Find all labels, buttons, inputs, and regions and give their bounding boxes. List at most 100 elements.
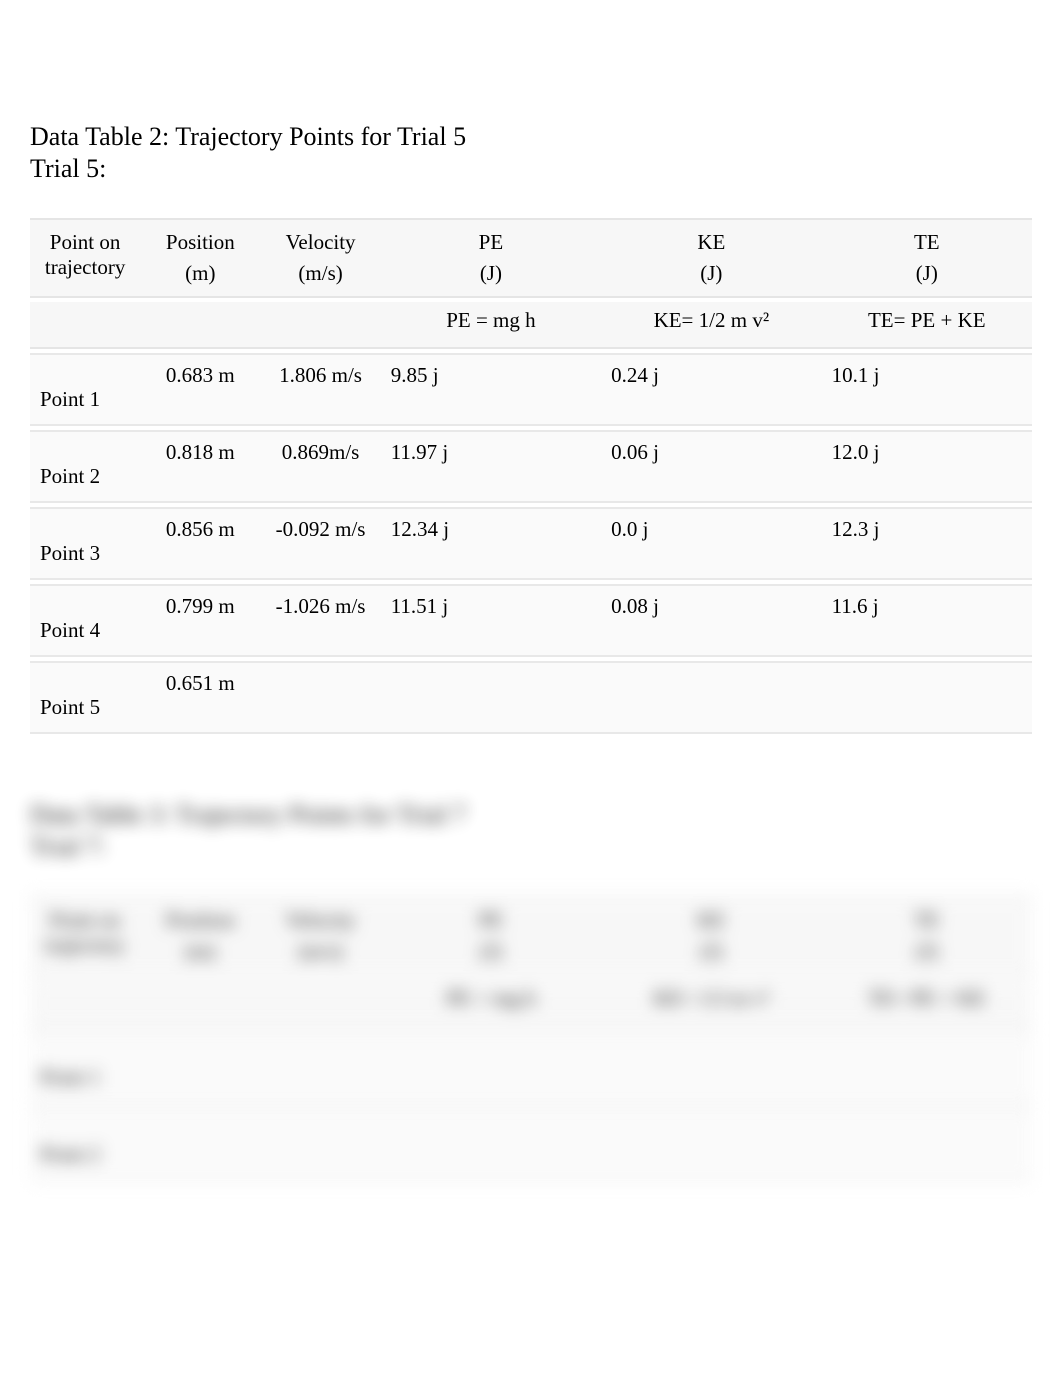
table-row: Point 2 (30, 1108, 1032, 1181)
table-row: Point 1 (30, 1031, 1032, 1104)
cell-pe (381, 1031, 601, 1104)
cell-position: 0.651 m (140, 661, 260, 734)
col-header-position-label: Position (166, 908, 235, 932)
cell-velocity (260, 1108, 380, 1181)
table2-header-row: Point on trajectory Position (m) Velocit… (30, 218, 1032, 298)
table2-formula-row: PE = mg h KE= 1/2 m v² TE= PE + KE (30, 302, 1032, 349)
col-header-ke-unit: (J) (611, 261, 811, 286)
cell-point: Point 1 (30, 353, 140, 426)
cell-pe: 9.85 j (381, 353, 601, 426)
cell-pe: 12.34 j (381, 507, 601, 580)
cell-te: 11.6 j (822, 584, 1032, 657)
table2-title: Data Table 2: Trajectory Points for Tria… (30, 120, 1032, 154)
cell-position: 0.799 m (140, 584, 260, 657)
table3-formula-row: PE = mg h KE= 1/2 m v² TE= PE + KE (30, 980, 1032, 1027)
formula-ke: KE= 1/2 m v² (601, 980, 821, 1027)
col-header-te-label: TE (914, 908, 940, 932)
cell-position: 0.856 m (140, 507, 260, 580)
col-header-velocity: Velocity (m/s) (260, 218, 380, 298)
col-header-pe-label: PE (479, 230, 504, 254)
formula-empty-3 (260, 980, 380, 1027)
cell-velocity: -1.026 m/s (260, 584, 380, 657)
cell-ke (601, 661, 821, 734)
cell-ke (601, 1031, 821, 1104)
col-header-position: Position (m) (140, 218, 260, 298)
col-header-velocity-unit: (m/s) (270, 939, 370, 964)
col-header-pe-unit: (J) (391, 939, 591, 964)
cell-te: 10.1 j (822, 353, 1032, 426)
col-header-position-unit: (m) (150, 939, 250, 964)
col-header-pe-unit: (J) (391, 261, 591, 286)
table-row: Point 4 0.799 m -1.026 m/s 11.51 j 0.08 … (30, 584, 1032, 657)
formula-pe: PE = mg h (381, 302, 601, 349)
table3-title-block: Data Table 3: Trajectory Points for Tria… (30, 798, 1032, 862)
table3-title: Data Table 3: Trajectory Points for Tria… (30, 798, 1032, 832)
data-table-2: Point on trajectory Position (m) Velocit… (30, 214, 1032, 738)
col-header-position: Position (m) (140, 896, 260, 976)
col-header-velocity-label: Velocity (286, 230, 356, 254)
col-header-pe-label: PE (479, 908, 504, 932)
cell-pe (381, 1108, 601, 1181)
cell-ke (601, 1108, 821, 1181)
cell-te: 12.3 j (822, 507, 1032, 580)
cell-point: Point 2 (30, 1108, 140, 1181)
formula-empty-2 (140, 302, 260, 349)
table3-header-row: Point on trajectory Position (m) Velocit… (30, 896, 1032, 976)
cell-te (822, 661, 1032, 734)
col-header-point-label: Point on trajectory (45, 230, 125, 279)
cell-velocity: 0.869m/s (260, 430, 380, 503)
cell-pe (381, 661, 601, 734)
cell-ke: 0.08 j (601, 584, 821, 657)
cell-ke: 0.0 j (601, 507, 821, 580)
col-header-ke: KE (J) (601, 896, 821, 976)
col-header-velocity: Velocity (m/s) (260, 896, 380, 976)
col-header-te: TE (J) (822, 896, 1032, 976)
table-row: Point 5 0.651 m (30, 661, 1032, 734)
table2-subtitle: Trial 5: (30, 154, 1032, 184)
cell-velocity: 1.806 m/s (260, 353, 380, 426)
cell-te (822, 1108, 1032, 1181)
table-row: Point 2 0.818 m 0.869m/s 11.97 j 0.06 j … (30, 430, 1032, 503)
table3-subtitle: Trial 7: (30, 832, 1032, 862)
col-header-ke-label: KE (697, 230, 725, 254)
table-row: Point 3 0.856 m -0.092 m/s 12.34 j 0.0 j… (30, 507, 1032, 580)
cell-position: 0.818 m (140, 430, 260, 503)
col-header-velocity-unit: (m/s) (270, 261, 370, 286)
cell-velocity (260, 1031, 380, 1104)
formula-te: TE= PE + KE (822, 980, 1032, 1027)
col-header-position-label: Position (166, 230, 235, 254)
data-table-3: Point on trajectory Position (m) Velocit… (30, 892, 1032, 1185)
formula-te: TE= PE + KE (822, 302, 1032, 349)
cell-pe: 11.51 j (381, 584, 601, 657)
table3-body: Point 1 Point 2 (30, 1031, 1032, 1181)
col-header-pe: PE (J) (381, 896, 601, 976)
col-header-pe: PE (J) (381, 218, 601, 298)
cell-position: 0.683 m (140, 353, 260, 426)
col-header-point-label: Point on trajectory (45, 908, 125, 957)
cell-point: Point 5 (30, 661, 140, 734)
col-header-velocity-label: Velocity (286, 908, 356, 932)
col-header-position-unit: (m) (150, 261, 250, 286)
cell-point: Point 1 (30, 1031, 140, 1104)
cell-point: Point 2 (30, 430, 140, 503)
formula-ke: KE= 1/2 m v² (601, 302, 821, 349)
col-header-te-unit: (J) (832, 261, 1022, 286)
cell-point: Point 4 (30, 584, 140, 657)
col-header-ke-unit: (J) (611, 939, 811, 964)
cell-position (140, 1108, 260, 1181)
blurred-preview-section: Data Table 3: Trajectory Points for Tria… (30, 798, 1032, 1185)
formula-empty-3 (260, 302, 380, 349)
col-header-te: TE (J) (822, 218, 1032, 298)
formula-pe: PE = mg h (381, 980, 601, 1027)
cell-velocity: -0.092 m/s (260, 507, 380, 580)
table2-body: Point 1 0.683 m 1.806 m/s 9.85 j 0.24 j … (30, 353, 1032, 734)
cell-ke: 0.24 j (601, 353, 821, 426)
cell-te: 12.0 j (822, 430, 1032, 503)
col-header-te-unit: (J) (832, 939, 1022, 964)
cell-velocity (260, 661, 380, 734)
col-header-ke: KE (J) (601, 218, 821, 298)
formula-empty-1 (30, 302, 140, 349)
cell-point: Point 3 (30, 507, 140, 580)
col-header-ke-label: KE (697, 908, 725, 932)
formula-empty-2 (140, 980, 260, 1027)
